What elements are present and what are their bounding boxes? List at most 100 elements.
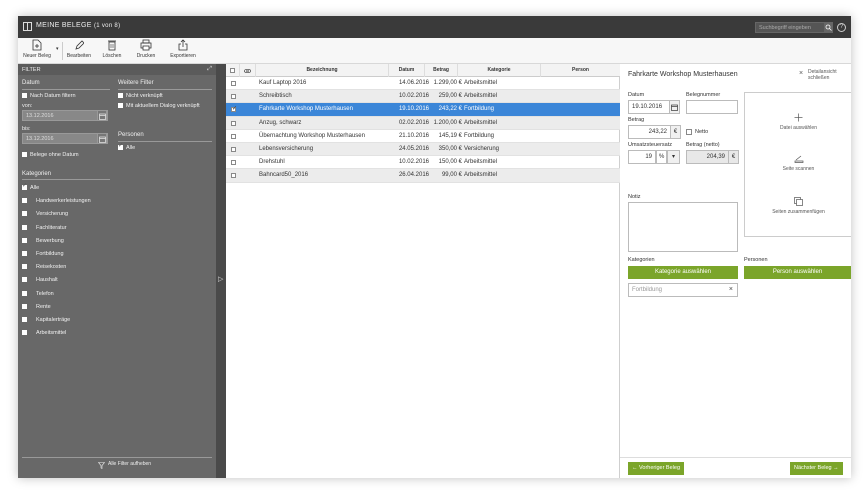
filter-collapse-strip[interactable]: ▷ [216,64,226,478]
select-person-button[interactable]: Person auswählen [744,266,851,279]
row-checkbox[interactable] [231,94,236,100]
vat-label: Umsatzsteuersatz [628,142,673,148]
checkbox[interactable] [22,224,27,230]
merge-pages-button[interactable]: Seiten zusammenfügen [745,197,851,215]
vat-rate-input[interactable]: 19 [628,150,656,164]
app-grid-icon[interactable] [23,22,32,31]
checkbox[interactable] [22,277,27,283]
category-checkbox[interactable]: Haushalt [22,277,58,283]
category-checkbox[interactable]: Fortbildung [22,251,64,257]
checkbox[interactable] [22,290,27,296]
category-checkbox[interactable]: Rente [22,303,51,310]
from-calendar-button[interactable] [97,110,107,121]
column-header-person[interactable]: Person [541,64,620,77]
row-checkbox[interactable] [231,133,236,139]
select-all-column[interactable] [226,64,240,77]
table-row[interactable]: Übernachtung Workshop Musterhausen 21.10.… [226,130,620,143]
checkbox[interactable] [22,152,27,157]
divider [118,141,212,142]
expand-icon[interactable]: ⤢ [207,66,212,73]
new-receipt-dropdown-icon[interactable]: ▾ [56,46,59,52]
category-checkbox[interactable]: Bewerbung [22,237,64,244]
select-category-button[interactable]: Kategorie auswählen [628,266,738,279]
from-date-input[interactable]: 13.12.2016 [22,110,108,121]
net-label: Netto [695,129,709,135]
category-checkbox[interactable]: Arbeitsmittel [22,330,66,336]
checkbox[interactable] [118,142,123,150]
table-row[interactable]: Schreibtisch 10.02.2016 259,00 € Arbeitsmit… [226,90,620,104]
print-button[interactable]: Drucken [132,39,160,59]
checkbox[interactable] [22,211,27,217]
column-header-category[interactable]: Kategorie [458,64,541,77]
table-row[interactable]: Bahncard50_2016 26.04.2016 99,00 € Arbeitsm… [226,169,620,183]
table-row[interactable]: Drehstuhl 10.02.2016 150,00 € Arbeitsmittel [226,156,620,170]
new-receipt-button[interactable]: Neuer Beleg [21,39,53,59]
checkbox[interactable] [22,264,27,270]
checkbox[interactable] [22,237,27,243]
filter-by-date-checkbox[interactable]: Nach Datum filtern [22,93,76,99]
row-checkbox[interactable] [231,160,236,166]
category-checkbox[interactable]: Alle [22,182,39,191]
select-file-button[interactable]: Datei auswählen [745,113,851,131]
to-calendar-button[interactable] [97,133,107,144]
date-input[interactable]: 19.10.2016 [628,100,670,114]
search-input[interactable]: Suchbegriff eingeben [755,22,827,33]
category-checkbox[interactable]: Handwerkerleistungen [22,198,91,204]
export-icon [178,39,188,51]
checkbox[interactable] [22,330,27,336]
table-row[interactable]: Fahrkarte Workshop Musterhausen 19.10.201… [226,103,620,117]
to-date-input[interactable]: 13.12.2016 [22,133,108,144]
scan-page-button[interactable]: Seite scannen [745,155,851,172]
expand-arrow-icon[interactable]: ▷ [218,275,223,283]
edit-button[interactable]: Bearbeiten [64,39,94,59]
checkbox[interactable] [22,182,27,190]
note-textarea[interactable] [628,202,738,252]
table-row[interactable]: Kauf Laptop 2016 14.06.2016 1.299,00 € Arbe… [226,77,620,91]
select-all-checkbox[interactable] [230,68,235,73]
checkbox[interactable] [22,251,27,256]
help-icon[interactable]: ? [837,23,846,32]
row-checkbox[interactable] [231,120,236,126]
checkbox[interactable] [118,93,123,98]
close-detail-button[interactable]: × Detailansicht schließen [799,69,846,81]
remove-category-icon[interactable]: × [729,286,733,293]
previous-receipt-button[interactable]: ← Vorheriger Beleg [628,462,685,475]
filter-clear-icon [98,462,105,469]
category-label: Haushalt [36,277,58,284]
checkbox[interactable] [22,198,27,204]
checkbox[interactable] [22,303,27,309]
cell-date: 14.06.2016 [398,80,429,86]
not-linked-checkbox[interactable]: Nicht verknüpft [118,93,163,99]
net-checkbox[interactable] [686,129,692,135]
attachment-column[interactable] [240,64,256,77]
next-receipt-button[interactable]: Nächster Beleg → [790,462,843,475]
checkbox[interactable] [118,103,123,108]
column-header-name[interactable]: Bezeichnung [256,64,389,77]
amount-input[interactable]: 243,22 [628,125,671,139]
calendar-button[interactable] [669,100,680,114]
table-row[interactable]: Anzug, schwarz 02.02.2016 1.200,00 € Arbeit… [226,116,620,130]
checkbox[interactable] [22,317,27,322]
receipt-number-input[interactable] [686,100,738,114]
linked-current-checkbox[interactable]: Mit aktuellem Dialog verknüpft [118,103,200,109]
category-checkbox[interactable]: Fachliteratur [22,224,67,231]
column-header-date[interactable]: Datum [389,64,425,77]
delete-button[interactable]: Löschen [98,39,126,59]
category-checkbox[interactable]: Reisekosten [22,264,66,270]
row-checkbox[interactable] [231,147,236,152]
persons-all-checkbox[interactable]: Alle [118,142,135,151]
row-checkbox[interactable] [231,81,236,86]
category-checkbox[interactable]: Kapitalerträge [22,317,70,323]
row-checkbox[interactable] [231,105,237,113]
column-header-amount[interactable]: Betrag [425,64,458,77]
category-checkbox[interactable]: Telefon [22,290,54,297]
without-date-checkbox[interactable]: Belege ohne Datum [22,152,79,158]
row-checkbox[interactable] [231,173,236,179]
checkbox[interactable] [22,93,27,98]
search-button[interactable] [824,22,833,33]
toolbar: Neuer Beleg ▾ Bearbeiten Löschen Drucken… [18,38,851,64]
category-checkbox[interactable]: Versicherung [22,211,68,217]
table-row[interactable]: Lebensversicherung 24.05.2016 350,00 € Vers… [226,143,620,157]
export-button[interactable]: Exportieren [166,39,200,59]
vat-dropdown-button[interactable]: ▾ [667,150,680,164]
